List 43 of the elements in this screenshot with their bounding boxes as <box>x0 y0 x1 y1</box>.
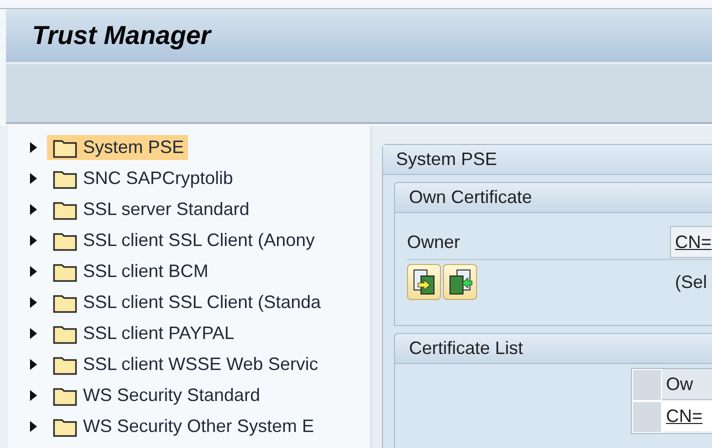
document-arrow-icon <box>447 268 473 296</box>
note-text: (Sel <box>675 272 708 292</box>
tree-item[interactable]: SNC SAPCryptolib <box>81 166 238 191</box>
table-cell[interactable]: CN= <box>662 401 712 431</box>
export-button[interactable] <box>443 264 477 300</box>
tree-item[interactable]: SSL client WSSE Web Servic <box>81 352 322 377</box>
owner-label: Owner <box>407 232 462 252</box>
group-title: Certificate List <box>395 334 712 364</box>
folder-icon <box>53 354 77 374</box>
panel-title: System PSE <box>383 145 712 175</box>
expand-arrow-icon[interactable] <box>30 266 37 277</box>
expand-arrow-icon[interactable] <box>30 359 37 370</box>
folder-icon <box>53 168 77 188</box>
tree-item[interactable]: SSL client SSL Client (Anony <box>81 228 319 253</box>
tree-item[interactable]: WS Security Standard <box>81 383 264 408</box>
folder-icon <box>53 138 77 158</box>
tree-item[interactable]: WS Security Other System E <box>81 414 318 439</box>
document-arrow-icon <box>411 268 437 296</box>
expand-arrow-icon[interactable] <box>30 297 37 308</box>
folder-icon <box>53 262 77 282</box>
expand-arrow-icon[interactable] <box>30 421 37 432</box>
folder-icon <box>53 386 77 406</box>
import-button[interactable] <box>407 264 441 300</box>
header-corner <box>632 369 662 401</box>
owner-field[interactable]: CN= <box>670 226 712 258</box>
expand-arrow-icon[interactable] <box>30 204 37 215</box>
expand-arrow-icon[interactable] <box>30 173 37 184</box>
folder-icon <box>53 230 77 250</box>
expand-arrow-icon[interactable] <box>30 235 37 246</box>
folder-icon <box>53 292 77 312</box>
tree-item[interactable]: SSL client PAYPAL <box>81 321 238 346</box>
group-title: Own Certificate <box>395 183 712 213</box>
tree-item[interactable]: SSL client BCM <box>81 259 212 284</box>
tree-item[interactable]: SSL client SSL Client (Standa <box>81 290 325 315</box>
folder-icon <box>53 200 77 220</box>
expand-arrow-icon[interactable] <box>30 328 37 339</box>
expand-arrow-icon[interactable] <box>30 390 37 401</box>
tree-item[interactable]: SSL server Standard <box>81 197 254 222</box>
window-title: Trust Manager <box>32 20 211 51</box>
expand-arrow-icon[interactable] <box>30 142 37 153</box>
folder-icon <box>53 324 77 344</box>
column-header: Ow <box>662 369 712 400</box>
folder-icon <box>53 416 77 436</box>
